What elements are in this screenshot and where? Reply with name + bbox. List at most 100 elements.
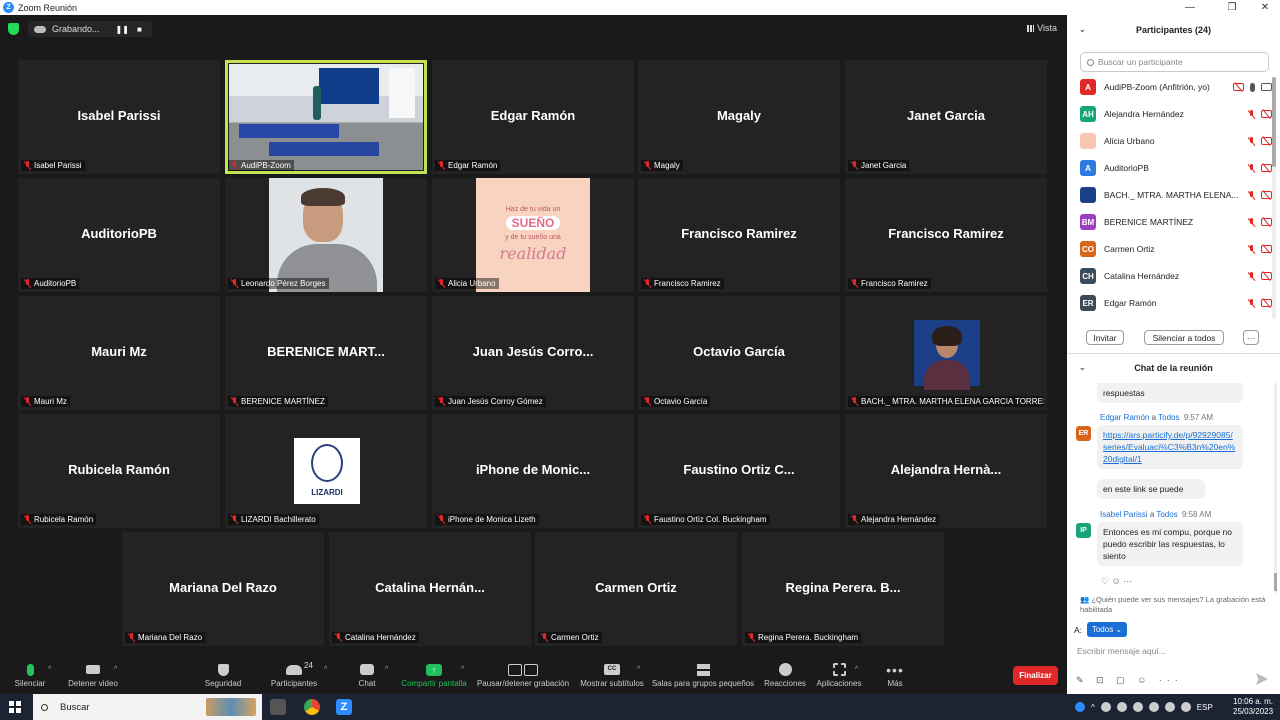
- chrome-icon[interactable]: [304, 699, 320, 715]
- maximize-icon[interactable]: ❐: [1217, 0, 1247, 15]
- participant-row[interactable]: A AudiPB-Zoom (Anfitrión, yo): [1080, 75, 1272, 99]
- collapse-chat-chevron-icon[interactable]: ⌄: [1079, 355, 1086, 381]
- video-tile[interactable]: Regina Perera. B... Regina Perera. Buckin…: [742, 532, 944, 646]
- video-tile[interactable]: Mauri Mz Mauri Mz: [18, 296, 220, 410]
- collapse-participants-chevron-icon[interactable]: ⌄: [1079, 17, 1086, 43]
- recipient-select[interactable]: Todos ⌄: [1087, 622, 1127, 637]
- invite-button[interactable]: Invitar: [1086, 330, 1124, 345]
- video-tile[interactable]: Janet Garcia Janet Garcia: [845, 60, 1047, 174]
- video-tile[interactable]: Catalina Hernán... Catalina Hernández: [329, 532, 531, 646]
- battery-icon[interactable]: [1180, 702, 1191, 712]
- mute-all-button[interactable]: Silenciar a todos: [1144, 330, 1224, 345]
- end-meeting-button[interactable]: Finalizar: [1013, 666, 1058, 685]
- share-screen-button[interactable]: ↑ Compartir pantalla: [398, 657, 470, 694]
- participant-row[interactable]: ER Edgar Ramón: [1080, 291, 1272, 315]
- video-tile[interactable]: AuditorioPB AuditorioPB: [18, 178, 220, 292]
- participants-options-chevron-icon[interactable]: ^: [324, 666, 327, 673]
- security-button[interactable]: Seguridad: [200, 657, 246, 694]
- pause-recording-icon[interactable]: ❚❚: [116, 25, 129, 34]
- chat-options-chevron-icon[interactable]: ^: [385, 666, 388, 673]
- network-icon[interactable]: [1148, 702, 1159, 712]
- video-tile[interactable]: Mariana Del Razo Mariana Del Razo: [122, 532, 324, 646]
- stop-video-button[interactable]: Detener video: [64, 657, 122, 694]
- participant-row[interactable]: Alicia Urbano: [1080, 129, 1272, 153]
- apps-button[interactable]: Aplicaciones: [814, 657, 864, 694]
- participant-row[interactable]: BM BERENICE MARTÍNEZ: [1080, 210, 1272, 234]
- language-indicator[interactable]: ESP: [1197, 703, 1213, 712]
- image-text: SUEÑO: [506, 216, 560, 230]
- participant-row[interactable]: BACH._ MTRA. MARTHA ELENA...: [1080, 183, 1272, 207]
- send-icon[interactable]: [1256, 673, 1268, 685]
- participants-button[interactable]: Participantes: [266, 657, 322, 694]
- video-tile[interactable]: Haz de tu vida un SUEÑO y de tu sueño una r…: [432, 178, 634, 292]
- video-tile[interactable]: Juan Jesús Corro... Juan Jesús Corroy Góm…: [432, 296, 634, 410]
- clock-time: 10:06 a. m.: [1233, 697, 1274, 706]
- chat-visibility-note[interactable]: 👥 ¿Quién puede ver sus mensajes? La grab…: [1080, 595, 1276, 615]
- volume-icon[interactable]: [1164, 702, 1175, 712]
- video-tile[interactable]: Octavio García Octavio García: [638, 296, 840, 410]
- minimize-icon[interactable]: —: [1175, 0, 1205, 15]
- participants-scrollbar[interactable]: [1272, 77, 1276, 319]
- video-tile[interactable]: Magaly Magaly: [638, 60, 840, 174]
- video-tile[interactable]: BACH._ MTRA. MARTHA ELENA GARCIA TORRES: [845, 296, 1047, 410]
- video-tile[interactable]: Francisco Ramirez Francisco Ramirez: [638, 178, 840, 292]
- participants-more-button[interactable]: ···: [1243, 330, 1259, 345]
- video-options-chevron-icon[interactable]: ^: [114, 666, 117, 673]
- video-tile[interactable]: Leonardo Pérez Borges: [225, 178, 427, 292]
- participant-avatar: BM: [1080, 214, 1096, 230]
- video-tile[interactable]: BERENICE MART... BERENICE MARTÍNEZ: [225, 296, 427, 410]
- participant-row[interactable]: CH Catalina Hernández: [1080, 264, 1272, 288]
- video-tile[interactable]: Alejandra Hernà... Alejandra Hernández: [845, 414, 1047, 528]
- video-tile[interactable]: Edgar Ramón Edgar Ramón: [432, 60, 634, 174]
- video-tile[interactable]: iPhone de Monic... iPhone de Monica Lizet…: [432, 414, 634, 528]
- message-reaction-icons[interactable]: ♡ ☺ ···: [1101, 576, 1132, 587]
- apps-options-chevron-icon[interactable]: ^: [855, 666, 858, 673]
- task-view-icon[interactable]: [270, 699, 286, 715]
- zoom-tray-icon[interactable]: [1116, 702, 1127, 712]
- chevron-up-icon[interactable]: ^: [1091, 703, 1095, 712]
- video-tile[interactable]: Carmen Ortiz Carmen Ortiz: [535, 532, 737, 646]
- participant-search-input[interactable]: Buscar un participante: [1080, 52, 1269, 72]
- participant-row[interactable]: AH Alejandra Hernández: [1080, 102, 1272, 126]
- chat-scrollbar[interactable]: [1274, 383, 1277, 593]
- share-options-chevron-icon[interactable]: ^: [461, 666, 464, 673]
- participant-label: Carmen Ortiz: [538, 632, 602, 643]
- video-off-icon: [1261, 299, 1272, 307]
- participant-label: Catalina Hernández: [332, 632, 419, 643]
- view-button[interactable]: Vista: [1027, 23, 1057, 33]
- stop-recording-icon[interactable]: ■: [137, 25, 142, 34]
- chat-tools-icons[interactable]: ✎ ⊡ ▢ ☺ ···: [1076, 675, 1183, 686]
- zoom-app-icon[interactable]: Z: [336, 699, 352, 715]
- audio-options-chevron-icon[interactable]: ^: [48, 666, 51, 673]
- chat-link[interactable]: https://ars.particify.de/p/92929085/seri…: [1103, 430, 1235, 464]
- video-tile[interactable]: Faustino Ortiz C... Faustino Ortiz Col. B…: [638, 414, 840, 528]
- security-shield-icon[interactable]: [8, 23, 19, 35]
- breakout-rooms-button[interactable]: Salas para grupos pequeños: [651, 657, 755, 694]
- tray-app-icon[interactable]: [1100, 702, 1111, 712]
- participant-label-text: Leonardo Pérez Borges: [241, 279, 326, 288]
- reactions-button[interactable]: Reacciones: [762, 657, 808, 694]
- windows-start-icon[interactable]: [9, 701, 21, 713]
- chat-message-input[interactable]: Escribir mensaje aquí...: [1077, 642, 1272, 660]
- more-button[interactable]: ••• Más: [880, 657, 910, 694]
- participant-name: Alicia Urbano: [1104, 136, 1155, 146]
- chat-button[interactable]: Chat: [350, 657, 384, 694]
- close-icon[interactable]: ✕: [1250, 0, 1280, 15]
- taskbar-search-box[interactable]: Buscar: [33, 694, 262, 720]
- participant-row[interactable]: CO Carmen Ortiz: [1080, 237, 1272, 261]
- taskbar-clock[interactable]: 10:06 a. m. 25/03/2023: [1233, 697, 1273, 717]
- tray-app-icon[interactable]: [1132, 702, 1143, 712]
- participant-row[interactable]: A AuditorioPB: [1080, 156, 1272, 180]
- help-icon[interactable]: [1075, 702, 1085, 712]
- video-tile[interactable]: Rubicela Ramón Rubicela Ramón: [18, 414, 220, 528]
- reactions-icon: [778, 663, 792, 676]
- show-subtitles-button[interactable]: CC Mostrar subtítulos: [577, 657, 647, 694]
- mute-button[interactable]: Silenciar: [8, 657, 52, 694]
- video-tile[interactable]: AudiPB-Zoom: [225, 60, 427, 174]
- muted-mic-icon: [1248, 163, 1255, 173]
- video-tile[interactable]: Francisco Ramirez Francisco Ramirez: [845, 178, 1047, 292]
- video-tile[interactable]: LIZARDI LIZARDI Bachillerato: [225, 414, 427, 528]
- subtitles-options-chevron-icon[interactable]: ^: [637, 666, 640, 673]
- video-tile[interactable]: Isabel Parissi Isabel Parissi: [18, 60, 220, 174]
- pause-stop-recording-button[interactable]: Pausar/detener grabación: [475, 657, 571, 694]
